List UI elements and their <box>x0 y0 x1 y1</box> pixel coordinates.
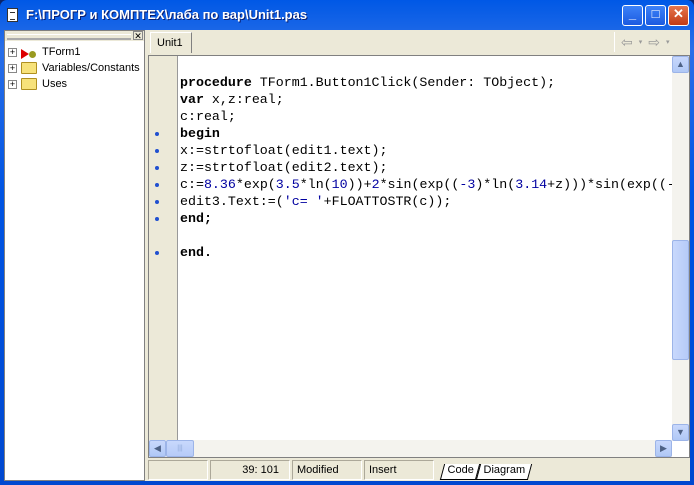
code-token: x,z:real; <box>203 92 284 107</box>
minimize-button[interactable]: _ <box>622 5 643 26</box>
code-token: +FLOATTOSTR(c)); <box>323 194 452 209</box>
horizontal-scrollbar[interactable]: ◀ ||| ▶ <box>149 440 672 457</box>
form-icon <box>21 46 37 59</box>
scroll-down-button[interactable]: ▼ <box>672 424 689 441</box>
vertical-scroll-thumb[interactable] <box>672 240 689 360</box>
tree-node-variables[interactable]: + Variables/Constants <box>8 60 140 76</box>
code-token: 'c= ' <box>283 194 324 209</box>
tab-code-label: Code <box>447 464 474 476</box>
client-area: ✕ + TForm1 + Variables/Constants + Uses Uni… <box>4 30 690 481</box>
code-token: TForm1.Button1Click(Sender: TObject); <box>251 75 556 90</box>
code-line[interactable]: end; <box>180 210 675 227</box>
view-tabs: Code Diagram <box>436 460 533 480</box>
code-explorer: ✕ + TForm1 + Variables/Constants + Uses <box>4 30 145 481</box>
modified-status: Modified <box>292 460 362 480</box>
code-line[interactable]: c:real; <box>180 108 675 125</box>
executable-line-dot-icon[interactable] <box>155 183 159 187</box>
expand-icon[interactable]: + <box>8 63 17 73</box>
code-text[interactable]: procedure TForm1.Button1Click(Sender: TO… <box>180 74 675 261</box>
executable-line-dot-icon[interactable] <box>155 166 159 170</box>
code-line[interactable]: z:=strtofloat(edit2.text); <box>180 159 675 176</box>
executable-line-dot-icon[interactable] <box>155 149 159 153</box>
code-token: procedure <box>180 75 252 90</box>
code-token: )*ln( <box>475 177 516 192</box>
code-editor[interactable]: procedure TForm1.Button1Click(Sender: TO… <box>148 55 690 458</box>
ide-window: F:\ПРОГР и КОМПТЕХ\лаба по вар\Unit1.pas… <box>0 0 694 485</box>
code-token: end; <box>180 211 212 226</box>
code-token: +z)))*sin(exp((- <box>547 177 675 192</box>
expand-icon[interactable]: + <box>8 47 17 57</box>
navigation-buttons: ⇦ ▾ ⇨ ▾ <box>614 32 690 52</box>
explorer-grip[interactable] <box>5 31 144 41</box>
insert-mode: Insert <box>364 460 434 480</box>
tree-node-uses[interactable]: + Uses <box>8 76 67 92</box>
status-empty <box>148 460 208 480</box>
document-icon <box>7 8 18 22</box>
back-arrow-icon[interactable]: ⇦ <box>621 34 633 51</box>
code-line[interactable]: edit3.Text:=('c= '+FLOATTOSTR(c)); <box>180 193 675 210</box>
editor-tabs: Unit1 ⇦ ▾ ⇨ ▾ <box>148 30 690 53</box>
code-token: end. <box>180 245 212 260</box>
executable-line-dot-icon[interactable] <box>155 132 159 136</box>
code-token: -3 <box>459 177 476 192</box>
forward-arrow-icon[interactable]: ⇨ <box>648 34 660 51</box>
executable-line-dot-icon[interactable] <box>155 200 159 204</box>
code-token: *sin(exp(( <box>379 177 460 192</box>
code-token: 3.14 <box>515 177 548 192</box>
status-bar: 39: 101 Modified Insert Code Diagram <box>148 460 690 480</box>
node-label: Uses <box>42 78 68 90</box>
code-line[interactable] <box>180 227 675 244</box>
code-line[interactable]: begin <box>180 125 675 142</box>
tab-unit1[interactable]: Unit1 <box>150 32 192 53</box>
maximize-button[interactable]: □ <box>645 5 666 26</box>
code-line[interactable]: x:=strtofloat(edit1.text); <box>180 142 675 159</box>
code-line[interactable]: var x,z:real; <box>180 91 675 108</box>
tree-node-tform1[interactable]: + TForm1 <box>8 44 81 60</box>
code-token: 10 <box>331 177 348 192</box>
code-token: ))+ <box>347 177 372 192</box>
code-token: 2 <box>371 177 380 192</box>
node-label: Variables/Constants <box>42 62 140 74</box>
explorer-close-button[interactable]: ✕ <box>133 31 143 41</box>
code-token: c:real; <box>180 109 236 124</box>
code-token: *exp( <box>235 177 276 192</box>
code-token: begin <box>180 126 220 141</box>
executable-line-dot-icon[interactable] <box>155 251 159 255</box>
title-bar: F:\ПРОГР и КОМПТЕХ\лаба по вар\Unit1.pas… <box>0 0 694 30</box>
cursor-position: 39: 101 <box>210 460 290 480</box>
executable-line-dot-icon[interactable] <box>155 217 159 221</box>
window-title: F:\ПРОГР и КОМПТЕХ\лаба по вар\Unit1.pas <box>26 7 308 22</box>
code-token: var <box>180 92 204 107</box>
code-line[interactable]: c:=8.36*exp(3.5*ln(10))+2*sin(exp((-3)*l… <box>180 176 675 193</box>
scroll-left-button[interactable]: ◀ <box>149 440 166 457</box>
tab-diagram[interactable]: Diagram <box>476 464 533 480</box>
back-dropdown-icon[interactable]: ▾ <box>639 38 643 46</box>
vertical-scrollbar[interactable]: ▲ ▼ <box>672 56 689 441</box>
code-token: edit3.Text:=( <box>180 194 284 209</box>
code-token: 3.5 <box>275 177 300 192</box>
folder-icon <box>21 62 37 74</box>
folder-icon <box>21 78 37 90</box>
code-token: z:=strtofloat(edit2.text); <box>180 160 388 175</box>
code-token: *ln( <box>299 177 332 192</box>
code-line[interactable]: procedure TForm1.Button1Click(Sender: TO… <box>180 74 675 91</box>
tab-diagram-label: Diagram <box>483 464 526 476</box>
forward-dropdown-icon[interactable]: ▾ <box>666 38 670 46</box>
node-label: TForm1 <box>42 46 81 58</box>
code-line[interactable]: end. <box>180 244 675 261</box>
scroll-up-button[interactable]: ▲ <box>672 56 689 73</box>
tab-code[interactable]: Code <box>439 464 481 480</box>
code-token: 8.36 <box>203 177 236 192</box>
expand-icon[interactable]: + <box>8 79 17 89</box>
close-button[interactable]: ✕ <box>668 5 689 26</box>
code-token: x:=strtofloat(edit1.text); <box>180 143 388 158</box>
scroll-right-button[interactable]: ▶ <box>655 440 672 457</box>
code-token: c:= <box>180 177 204 192</box>
horizontal-scroll-thumb[interactable]: ||| <box>166 440 194 457</box>
editor-gutter[interactable] <box>149 56 178 441</box>
